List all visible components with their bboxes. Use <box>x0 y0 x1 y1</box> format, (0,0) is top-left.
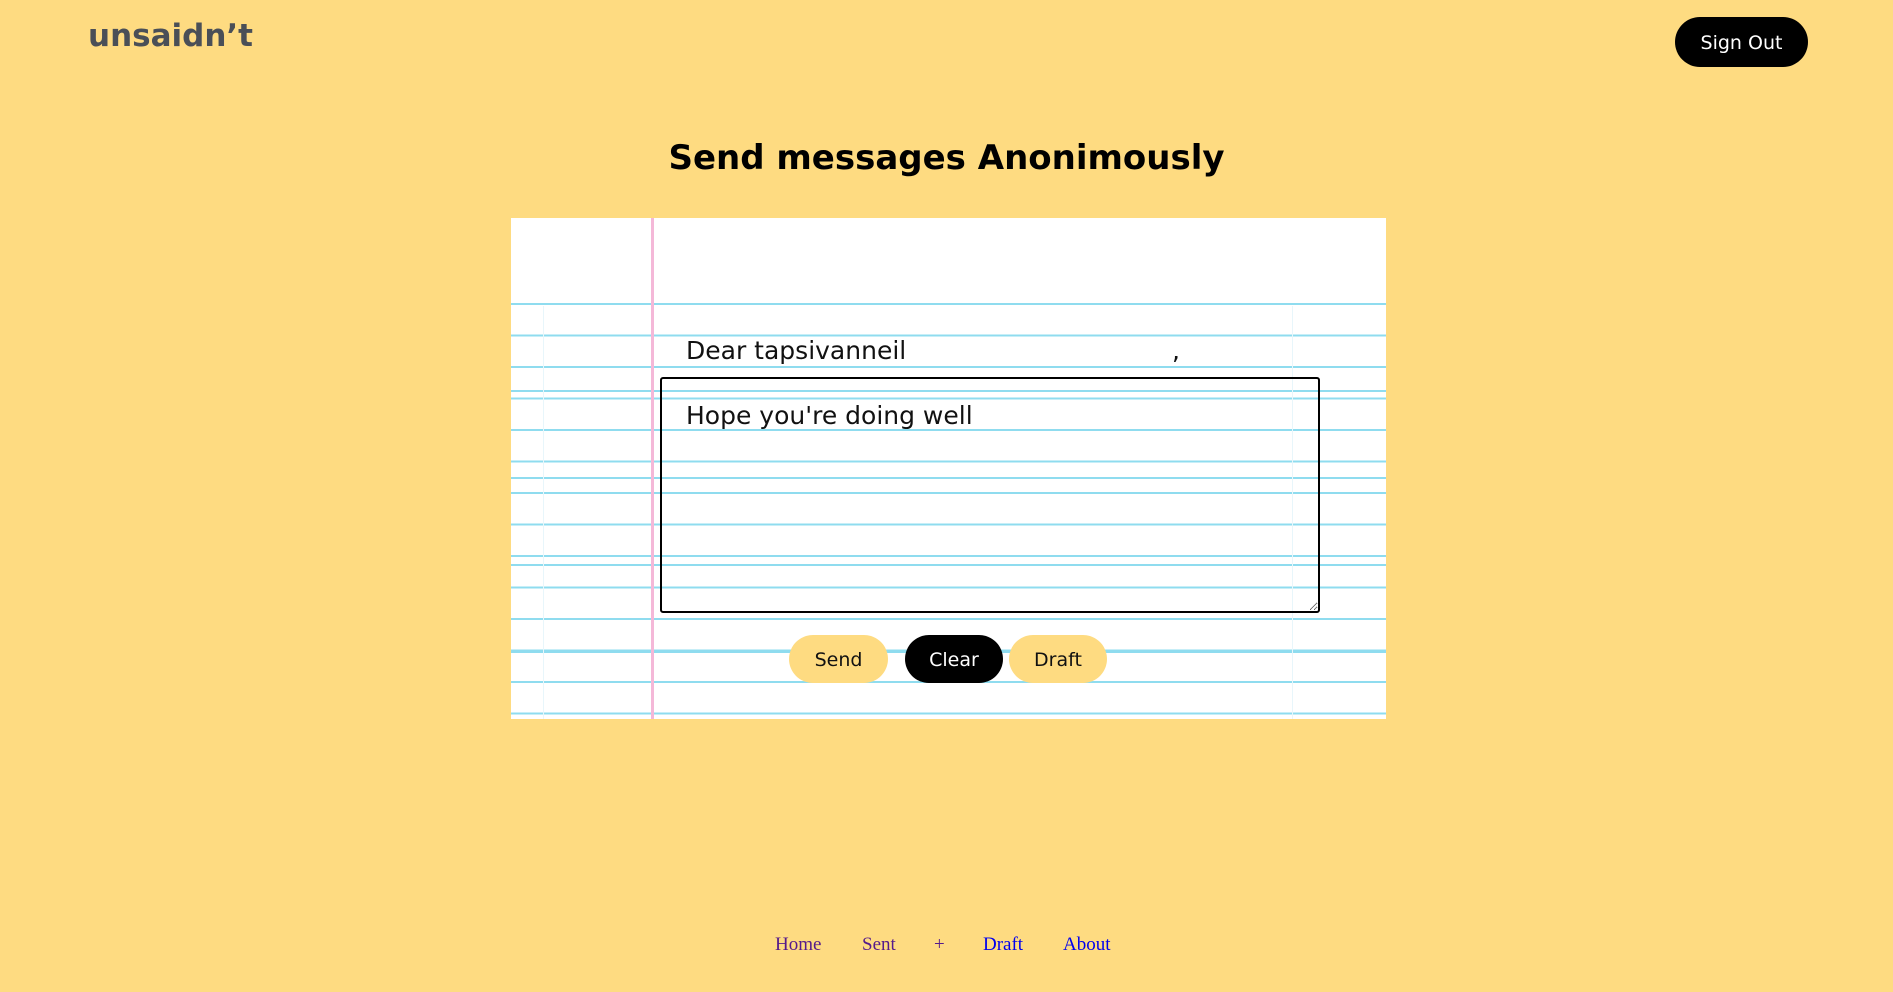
footer-nav: Home Sent + Draft About <box>0 934 1893 960</box>
footer-link-draft[interactable]: Draft <box>983 934 1023 956</box>
sign-out-button[interactable]: Sign Out <box>1675 17 1808 67</box>
footer-link-home[interactable]: Home <box>775 934 821 956</box>
recipient-salutation: Dear tapsivanneil <box>686 336 907 365</box>
message-input[interactable] <box>660 377 1320 613</box>
send-button[interactable]: Send <box>789 635 888 683</box>
footer-link-sent[interactable]: Sent <box>862 934 896 956</box>
page-title: Send messages Anonimously <box>668 138 1225 178</box>
salutation-comma: , <box>1172 336 1180 365</box>
paper-left-guide <box>543 306 544 719</box>
footer-link-about[interactable]: About <box>1063 934 1111 956</box>
app-logo[interactable]: unsaidn’t <box>88 18 253 54</box>
draft-button[interactable]: Draft <box>1009 635 1107 683</box>
footer-link-new[interactable]: + <box>934 934 945 956</box>
clear-button[interactable]: Clear <box>905 635 1003 683</box>
paper-margin-line <box>651 218 654 719</box>
notepaper-card: Dear tapsivanneil , Send Clear Draft <box>511 218 1386 719</box>
